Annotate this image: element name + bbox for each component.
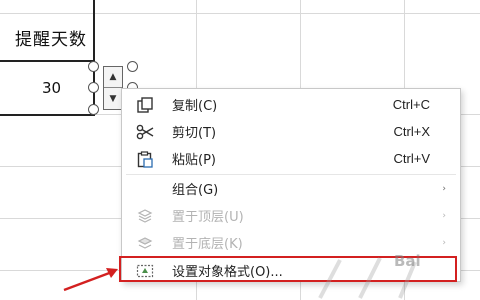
menu-item-label: 组合(G)	[172, 183, 219, 198]
value-cell[interactable]: 30	[0, 62, 93, 114]
menu-item-shortcut: Ctrl+X	[393, 124, 430, 139]
menu-item-paste[interactable]: 粘贴(P) Ctrl+V	[122, 145, 460, 172]
spin-button-control[interactable]: ▲ ▼	[103, 66, 123, 110]
header-cell-reminder-days[interactable]: 提醒天数	[0, 14, 93, 60]
submenu-arrow-icon: ›	[442, 183, 446, 194]
scissors-icon	[136, 123, 154, 141]
paste-icon	[136, 150, 154, 168]
spin-up-button[interactable]: ▲	[104, 67, 122, 88]
menu-item-label: 复制(C)	[172, 99, 218, 114]
menu-item-shortcut: Ctrl+V	[393, 151, 430, 166]
spin-down-button[interactable]: ▼	[104, 88, 122, 109]
menu-item-label: 剪切(T)	[172, 126, 217, 141]
copy-icon	[136, 96, 154, 114]
pointer-arrow-icon	[63, 268, 118, 292]
chevron-down-icon: ▼	[109, 93, 117, 104]
bring-to-front-icon	[136, 207, 154, 225]
resize-handle[interactable]	[88, 61, 99, 72]
menu-item-copy[interactable]: 复制(C) Ctrl+C	[122, 91, 460, 118]
watermark-strokes	[318, 257, 417, 299]
menu-item-shortcut: Ctrl+C	[392, 97, 430, 112]
resize-handle[interactable]	[88, 104, 99, 115]
resize-handle[interactable]	[88, 82, 99, 93]
menu-item-label: 粘贴(P)	[172, 153, 216, 168]
watermark-logo: Bai	[394, 252, 421, 270]
menu-item-group[interactable]: 组合(G) ›	[122, 175, 460, 202]
menu-item-cut[interactable]: 剪切(T) Ctrl+X	[122, 118, 460, 145]
submenu-arrow-icon: ›	[442, 210, 446, 221]
send-to-back-icon	[136, 234, 154, 252]
menu-item-bring-to-front: 置于顶层(U) ›	[122, 202, 460, 229]
menu-item-label: 置于底层(K)	[172, 237, 243, 252]
menu-item-label: 置于顶层(U)	[172, 210, 244, 225]
chevron-up-icon: ▲	[109, 72, 117, 82]
cell-border	[0, 114, 95, 116]
resize-handle[interactable]	[127, 61, 138, 72]
cell-border	[93, 0, 95, 116]
